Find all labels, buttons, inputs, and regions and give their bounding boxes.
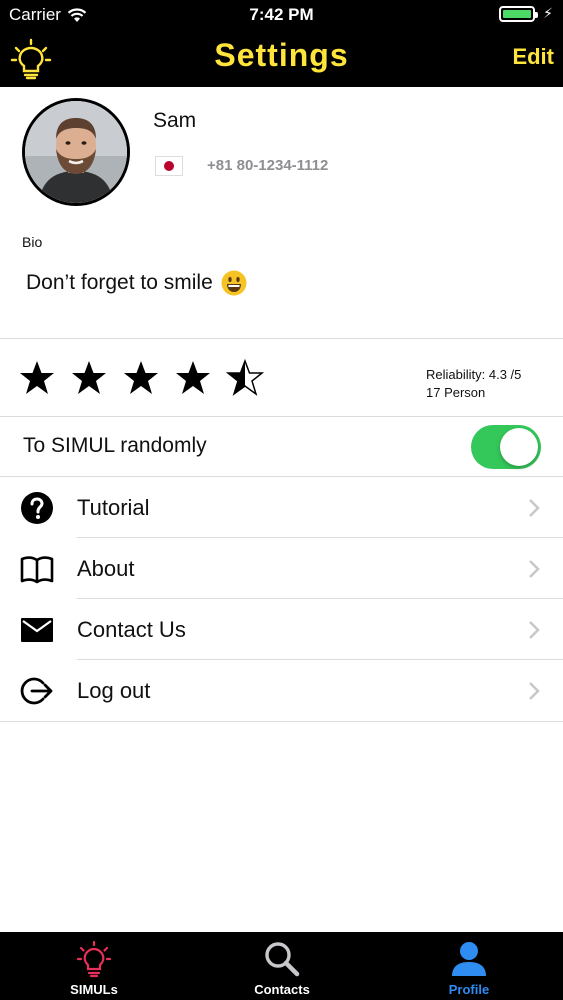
logout-icon [20, 677, 53, 705]
menu-item-label: Tutorial [77, 495, 150, 520]
status-time: 7:42 PM [249, 5, 314, 24]
menu-item-about[interactable]: About [0, 538, 563, 599]
edit-button[interactable]: Edit [512, 44, 554, 70]
simul-randomly-label: To SIMUL randomly [23, 434, 207, 457]
tab-label: SIMULs [70, 982, 118, 997]
top-bar: Carrier 7:42 PM ⚡ Settings Edit [0, 0, 563, 87]
bio-label: Bio [22, 234, 43, 250]
search-icon [265, 942, 300, 977]
rating-count: 17 Person [426, 385, 486, 400]
avatar[interactable] [22, 98, 130, 206]
profile-name: Sam [153, 109, 197, 132]
star-half-icon [226, 359, 264, 396]
avatar-photo [25, 101, 127, 203]
chevron-right-icon [529, 499, 540, 517]
phone-number: +81 80-1234-1112 [207, 157, 329, 174]
status-bar: Carrier 7:42 PM ⚡ [0, 0, 563, 30]
menu-item-tutorial[interactable]: Tutorial [0, 477, 563, 538]
menu-item-label: About [77, 556, 135, 581]
lightbulb-icon [76, 940, 112, 978]
charging-bolt-icon: ⚡ [543, 5, 553, 21]
question-circle-icon [21, 492, 53, 524]
reliability-score: Reliability: 4.3 /5 [426, 367, 522, 382]
menu-item-label: Contact Us [77, 617, 186, 642]
bio-text-value: Don’t forget to smile [26, 271, 213, 294]
divider [0, 338, 563, 339]
page-title: Settings [214, 37, 349, 73]
tab-bar: SIMULs Contacts Profile [0, 932, 563, 1000]
tab-label: Profile [448, 982, 490, 997]
tab-contacts[interactable]: Contacts [188, 932, 376, 1000]
divider [0, 721, 563, 722]
book-icon [20, 556, 54, 584]
person-icon [452, 942, 486, 976]
japan-flag-icon [155, 156, 183, 176]
chevron-right-icon [529, 560, 540, 578]
chevron-right-icon [529, 621, 540, 639]
star-filled-icon [176, 361, 210, 394]
star-filled-icon [124, 361, 158, 394]
menu-item-contact-us[interactable]: Contact Us [0, 599, 563, 660]
menu-item-label: Log out [77, 678, 151, 703]
rating-stars [18, 359, 278, 397]
chevron-right-icon [529, 682, 540, 700]
tab-profile[interactable]: Profile [375, 932, 563, 1000]
smiley-emoji-icon [221, 270, 247, 296]
star-filled-icon [72, 361, 106, 394]
envelope-icon [21, 618, 53, 642]
divider [0, 416, 563, 417]
tab-simuls[interactable]: SIMULs [0, 932, 188, 1000]
menu-item-log-out[interactable]: Log out [0, 660, 563, 721]
tab-label: Contacts [254, 982, 310, 997]
battery-indicator: ⚡ [499, 5, 553, 22]
star-filled-icon [20, 361, 54, 394]
battery-icon [499, 5, 539, 22]
simul-randomly-toggle[interactable] [471, 425, 541, 469]
bio-text: Don’t forget to smile [26, 270, 247, 296]
reliability-info: Reliability: 4.3 /5 17 Person [426, 366, 521, 402]
